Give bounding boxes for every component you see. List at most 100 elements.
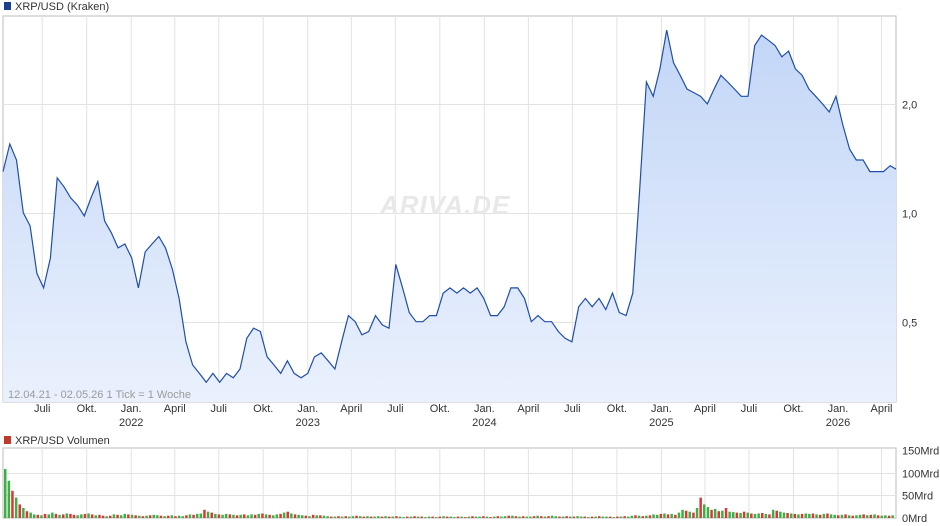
y-tick-label: 2,0 — [902, 100, 917, 112]
volume-bar — [688, 511, 691, 518]
volume-bar — [398, 516, 402, 518]
volume-bar — [235, 515, 239, 518]
x-tick-label: April — [517, 403, 539, 415]
volume-bar — [340, 516, 344, 518]
volume-bar — [627, 516, 630, 518]
x-tick-label: Jan. — [297, 403, 318, 415]
volume-bar — [228, 514, 232, 518]
x-tick-label: Juli — [387, 403, 404, 415]
volume-bar — [232, 514, 235, 518]
x-tick-label: April — [164, 403, 186, 415]
volume-bar — [449, 516, 452, 518]
volume-bar — [185, 515, 188, 518]
volume-bar — [829, 514, 833, 518]
volume-bar — [684, 510, 688, 518]
price-legend-label: XRP/USD (Kraken) — [15, 1, 109, 13]
volume-bar — [547, 516, 550, 518]
volume-bar — [326, 516, 329, 518]
volume-bar — [876, 515, 880, 518]
info-text: 12.04.21 - 02.05.26 1 Tick = 1 Woche — [8, 389, 191, 401]
volume-bar — [598, 516, 601, 518]
volume-bar — [467, 516, 471, 518]
volume-bar — [413, 516, 416, 518]
volume-bar — [355, 515, 358, 518]
volume-bar — [677, 512, 681, 518]
x-tick-label: Okt. — [253, 403, 273, 415]
volume-bar — [11, 490, 14, 518]
volume-bar — [583, 516, 586, 518]
volume-bar — [735, 512, 739, 518]
volume-bar — [786, 513, 789, 518]
volume-bar — [532, 516, 536, 518]
volume-bar — [474, 516, 478, 518]
volume-bar — [652, 514, 655, 518]
volume-bar — [90, 514, 94, 518]
volume-bar — [416, 516, 420, 518]
volume-bar — [840, 514, 844, 518]
volume-bar — [761, 513, 764, 518]
volume-bar — [279, 513, 282, 518]
volume-bar — [569, 516, 572, 518]
volume-bar — [268, 514, 271, 518]
volume-y-tick-label: 0Mrd — [902, 513, 927, 525]
volume-bar — [395, 516, 398, 518]
volume-bar — [659, 513, 663, 518]
x-tick-label: Juli — [211, 403, 228, 415]
volume-bar — [192, 514, 195, 518]
volume-bar — [206, 511, 210, 518]
volume-bar — [543, 516, 547, 518]
y-tick-label: 0,5 — [902, 318, 917, 330]
volume-bar — [887, 515, 891, 518]
x-tick-label: Okt. — [77, 403, 97, 415]
volume-bar — [402, 517, 405, 518]
volume-bar — [58, 514, 61, 518]
volume-bar — [670, 513, 673, 518]
volume-bar — [174, 516, 177, 518]
volume-bar — [123, 513, 126, 518]
volume-bar — [594, 516, 597, 518]
volume-bar — [489, 517, 492, 518]
volume-bar — [869, 514, 873, 518]
volume-y-tick-label: 50Mrd — [902, 491, 933, 503]
volume-bar — [156, 515, 159, 518]
volume-bar — [29, 512, 32, 518]
volume-bar — [608, 516, 612, 518]
x-tick-label: Jan. — [474, 403, 495, 415]
volume-bar — [554, 516, 557, 518]
x-tick-label: Juli — [741, 403, 758, 415]
volume-bar — [782, 512, 786, 518]
volume-bar — [699, 497, 702, 518]
volume-bar — [605, 516, 608, 518]
volume-bar — [257, 513, 260, 518]
volume-bar — [851, 515, 854, 518]
volume-bar — [199, 513, 203, 518]
volume-bar — [873, 514, 876, 518]
year-label: 2025 — [649, 417, 673, 429]
volume-bar — [319, 515, 322, 518]
volume-bar — [804, 513, 807, 518]
volume-bar — [177, 515, 181, 518]
volume-bar — [616, 516, 619, 518]
volume-bar — [33, 514, 36, 518]
volume-bar — [127, 514, 130, 518]
volume-bar — [337, 516, 340, 518]
volume-bar — [717, 511, 720, 518]
volume-bar — [188, 514, 192, 518]
volume-bar — [282, 512, 286, 518]
volume-bar — [771, 509, 775, 518]
volume-bar — [87, 513, 90, 518]
volume-y-tick-label: 100Mrd — [902, 469, 939, 481]
volume-bar — [80, 514, 83, 518]
x-tick-label: Juli — [34, 403, 51, 415]
volume-bar — [768, 514, 771, 518]
volume-bar — [800, 513, 804, 518]
volume-bar — [637, 515, 641, 518]
volume-bar — [105, 516, 108, 518]
volume-bar — [507, 515, 510, 518]
volume-bar — [514, 516, 518, 518]
volume-bar — [732, 512, 735, 518]
volume-legend-label: XRP/USD Volumen — [15, 435, 110, 447]
x-tick-label: April — [694, 403, 716, 415]
volume-bar — [460, 516, 463, 518]
volume-bar — [427, 516, 431, 518]
